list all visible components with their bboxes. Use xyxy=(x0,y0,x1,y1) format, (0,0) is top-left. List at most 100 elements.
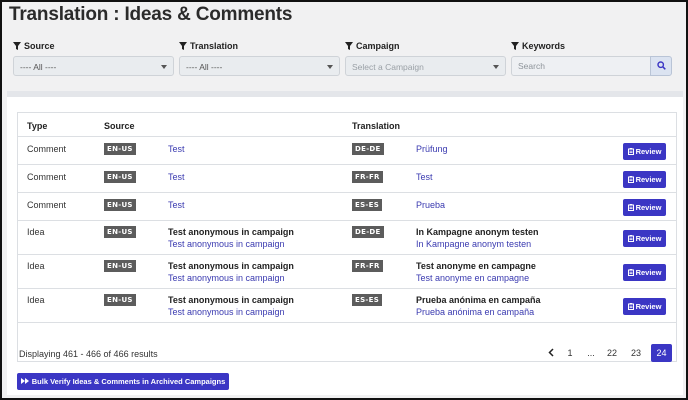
target-language-tag: DE-DE xyxy=(352,226,384,238)
translation-select[interactable]: ---- All ---- xyxy=(179,56,340,76)
filter-source: Source ---- All ---- xyxy=(13,40,174,76)
filter-translation: Translation ---- All ---- xyxy=(179,40,340,76)
target-link[interactable]: In Kampagne anonym testen xyxy=(416,239,531,249)
table-header: Type Source Translation xyxy=(18,113,676,137)
row-type: Comment xyxy=(27,144,67,154)
translation-select-value: ---- All ---- xyxy=(186,62,223,72)
filter-bar: Source ---- All ---- Translation ---- Al… xyxy=(2,40,686,80)
target-language-tag: FR-FR xyxy=(352,171,383,183)
review-button[interactable]: Review xyxy=(623,199,666,216)
source-language-tag: EN-US xyxy=(104,226,136,238)
review-button[interactable]: Review xyxy=(623,264,666,281)
filter-campaign: Campaign Select a Campaign xyxy=(345,40,506,76)
header-type: Type xyxy=(27,121,48,131)
filter-source-label: Source xyxy=(24,41,55,51)
source-link[interactable]: Test xyxy=(168,144,185,154)
target-link[interactable]: Test anonyme en campagne xyxy=(416,273,529,283)
table-row: Idea EN-US DE-DE Test anonymous in campaign… xyxy=(18,221,676,255)
funnel-icon xyxy=(511,42,519,50)
source-link[interactable]: Test anonymous in campaign xyxy=(168,239,285,249)
source-language-tag: EN-US xyxy=(104,260,136,272)
header-translation: Translation xyxy=(352,121,401,131)
target-link[interactable]: Prueba anónima en campaña xyxy=(416,307,534,317)
source-language-tag: EN-US xyxy=(104,294,136,306)
page-1-button[interactable]: 1 xyxy=(564,344,576,362)
source-link[interactable]: Test anonymous in campaign xyxy=(168,307,285,317)
review-button[interactable]: Review xyxy=(623,171,666,188)
review-label: Review xyxy=(635,203,662,212)
row-type: Idea xyxy=(27,295,45,305)
page-title: Translation : Ideas & Comments xyxy=(9,4,293,25)
bulk-verify-label: Bulk Verify Ideas & Comments in Archived… xyxy=(31,377,226,386)
bulk-verify-button[interactable]: Bulk Verify Ideas & Comments in Archived… xyxy=(17,373,229,390)
source-select[interactable]: ---- All ---- xyxy=(13,56,174,76)
funnel-icon xyxy=(179,42,187,50)
caret-down-icon xyxy=(493,65,499,69)
prev-page-button[interactable] xyxy=(545,344,557,362)
review-button[interactable]: Review xyxy=(623,298,666,315)
search-button[interactable] xyxy=(650,56,672,76)
campaign-select-placeholder: Select a Campaign xyxy=(352,62,424,72)
source-title: Test anonymous in campaign xyxy=(168,261,294,271)
source-language-tag: EN-US xyxy=(104,143,136,155)
search-icon xyxy=(656,57,666,75)
row-type: Comment xyxy=(27,200,67,210)
target-language-tag: FR-FR xyxy=(352,260,383,272)
clipboard-icon xyxy=(627,303,634,310)
filter-campaign-label: Campaign xyxy=(356,41,400,51)
review-label: Review xyxy=(635,147,662,156)
page-ellipsis: ... xyxy=(587,348,595,358)
page-23-button[interactable]: 23 xyxy=(628,344,644,362)
source-select-value: ---- All ---- xyxy=(20,62,57,72)
campaign-select[interactable]: Select a Campaign xyxy=(345,56,506,76)
target-title: Test anonyme en campagne xyxy=(416,261,536,271)
clipboard-icon xyxy=(627,235,634,242)
source-language-tag: EN-US xyxy=(104,199,136,211)
page-24-button[interactable]: 24 xyxy=(651,344,672,362)
filter-keywords: Keywords xyxy=(511,40,672,76)
page-22-button[interactable]: 22 xyxy=(604,344,620,362)
chevron-left-icon xyxy=(548,347,554,359)
results-count: Displaying 461 - 466 of 466 results xyxy=(19,349,158,359)
header-source: Source xyxy=(104,121,135,131)
target-title: In Kampagne anonym testen xyxy=(416,227,539,237)
target-link[interactable]: Prueba xyxy=(416,200,445,210)
table-row: Idea EN-US FR-FR Test anonymous in campaign… xyxy=(18,255,676,289)
review-label: Review xyxy=(635,302,662,311)
review-label: Review xyxy=(635,268,662,277)
review-label: Review xyxy=(635,234,662,243)
funnel-icon xyxy=(13,42,21,50)
fast-forward-icon xyxy=(20,377,29,386)
review-button[interactable]: Review xyxy=(623,143,666,160)
source-link[interactable]: Test xyxy=(168,200,185,210)
target-link[interactable]: Test xyxy=(416,172,433,182)
search-input[interactable] xyxy=(511,56,650,76)
review-label: Review xyxy=(635,175,662,184)
source-title: Test anonymous in campaign xyxy=(168,227,294,237)
results-panel: Type Source Translation Comment EN-US DE-D… xyxy=(7,91,683,395)
row-type: Idea xyxy=(27,227,45,237)
target-title: Prueba anónima en campaña xyxy=(416,295,541,305)
target-link[interactable]: Prüfung xyxy=(416,144,448,154)
filter-keywords-label: Keywords xyxy=(522,41,566,51)
app-frame: Translation : Ideas & Comments Source --… xyxy=(0,0,688,400)
caret-down-icon xyxy=(327,65,333,69)
source-link[interactable]: Test anonymous in campaign xyxy=(168,273,285,283)
review-button[interactable]: Review xyxy=(623,230,666,247)
source-title: Test anonymous in campaign xyxy=(168,295,294,305)
row-type: Comment xyxy=(27,172,67,182)
translations-table: Type Source Translation Comment EN-US DE-D… xyxy=(17,112,677,362)
table-row: Comment EN-US FR-FR Test Test Review xyxy=(18,165,676,193)
clipboard-icon xyxy=(627,148,634,155)
clipboard-icon xyxy=(627,204,634,211)
target-language-tag: DE-DE xyxy=(352,143,384,155)
clipboard-icon xyxy=(627,269,634,276)
source-link[interactable]: Test xyxy=(168,172,185,182)
target-language-tag: ES-ES xyxy=(352,294,383,306)
keyword-search xyxy=(511,56,672,76)
source-language-tag: EN-US xyxy=(104,171,136,183)
funnel-icon xyxy=(345,42,353,50)
table-row: Comment EN-US DE-DE Test Prüfung Review xyxy=(18,137,676,165)
table-row: Idea EN-US ES-ES Test anonymous in campaign… xyxy=(18,289,676,323)
table-row: Comment EN-US ES-ES Test Prueba Review xyxy=(18,193,676,221)
